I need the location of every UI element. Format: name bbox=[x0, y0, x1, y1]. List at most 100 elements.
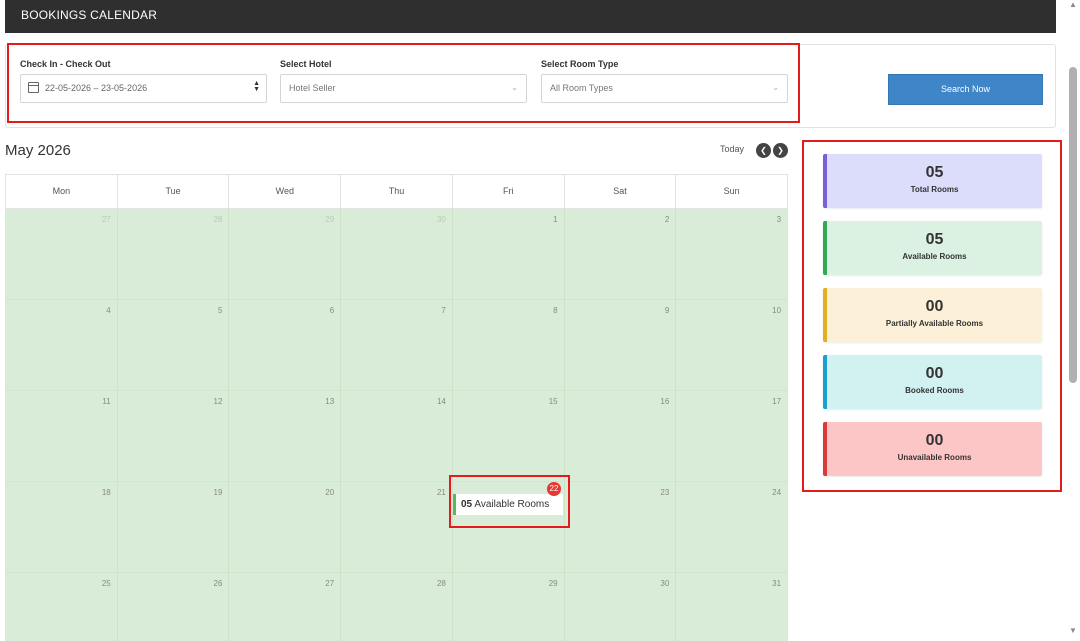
today-button[interactable]: Today bbox=[720, 144, 744, 154]
day-number: 24 bbox=[772, 488, 782, 497]
day-number: 17 bbox=[772, 397, 782, 406]
calendar-day[interactable]: 3 bbox=[676, 209, 788, 299]
calendar-day[interactable]: 2 bbox=[564, 209, 677, 299]
calendar-day[interactable]: 23 bbox=[564, 482, 677, 572]
calendar-day[interactable]: 24 bbox=[676, 482, 788, 572]
stat-label: Partially Available Rooms bbox=[885, 319, 984, 328]
day-number: 21 bbox=[436, 488, 446, 497]
day-number: 14 bbox=[436, 397, 446, 406]
date-range-value: 22-05-2026 – 23-05-2026 bbox=[45, 83, 148, 93]
day-number: 30 bbox=[436, 215, 446, 224]
day-number: 1 bbox=[553, 215, 558, 224]
day-number: 23 bbox=[660, 488, 670, 497]
calendar-day[interactable]: 20 bbox=[229, 482, 342, 572]
day-number: 9 bbox=[664, 306, 670, 315]
search-now-button[interactable]: Search Now bbox=[888, 74, 1043, 105]
weekday-label: Tue bbox=[118, 175, 230, 208]
calendar-day[interactable]: 28 bbox=[341, 573, 453, 641]
stat-value: 00 bbox=[925, 298, 944, 315]
chevron-down-icon: ⌄ bbox=[772, 83, 779, 92]
calendar-day[interactable]: 7 bbox=[341, 300, 453, 390]
bookings-calendar-page: BOOKINGS CALENDAR Check In - Check Out 2… bbox=[0, 0, 1080, 641]
calendar-day[interactable]: 13 bbox=[229, 391, 342, 481]
scroll-up-icon[interactable]: ▲ bbox=[1069, 0, 1077, 9]
unavailable-rooms-card: 00 Unavailable Rooms bbox=[823, 422, 1042, 476]
calendar-week: 4 5 6 7 8 9 10 bbox=[6, 300, 788, 391]
calendar-day[interactable]: 17 bbox=[676, 391, 788, 481]
day-number: 15 bbox=[548, 397, 558, 406]
day-number: 29 bbox=[325, 215, 335, 224]
day-number: 28 bbox=[436, 579, 446, 588]
checkin-checkout-label: Check In - Check Out bbox=[20, 59, 111, 69]
calendar-day[interactable]: 8 bbox=[452, 300, 565, 390]
weekday-label: Thu bbox=[341, 175, 453, 208]
checkin-checkout-field: Check In - Check Out 22-05-2026 – 23-05-… bbox=[20, 59, 267, 103]
day-number: 6 bbox=[329, 306, 335, 315]
calendar-day[interactable]: 18 bbox=[6, 482, 118, 572]
calendar-day[interactable]: 26 bbox=[117, 573, 230, 641]
calendar-day[interactable]: 29 bbox=[229, 209, 342, 299]
calendar-day[interactable]: 28 bbox=[117, 209, 230, 299]
calendar-day[interactable]: 11 bbox=[6, 391, 118, 481]
scroll-down-icon[interactable]: ▼ bbox=[1069, 626, 1077, 635]
room-type-label: Select Room Type bbox=[541, 59, 619, 69]
day-number: 4 bbox=[106, 306, 111, 315]
page-scrollbar[interactable]: ▲ ▼ bbox=[1066, 0, 1080, 641]
calendar-day[interactable]: 1 bbox=[452, 209, 565, 299]
total-rooms-card: 05 Total Rooms bbox=[823, 154, 1042, 208]
weekday-label: Sat bbox=[565, 175, 677, 208]
day-number: 16 bbox=[660, 397, 670, 406]
hotel-label: Select Hotel bbox=[280, 59, 332, 69]
weekday-header: Mon Tue Wed Thu Fri Sat Sun bbox=[6, 175, 787, 209]
weekday-label: Mon bbox=[6, 175, 118, 208]
calendar-day[interactable]: 27 bbox=[6, 209, 118, 299]
next-month-icon[interactable]: ❯ bbox=[773, 143, 788, 158]
calendar-day[interactable]: 4 bbox=[6, 300, 118, 390]
event-room-count: 05 bbox=[461, 499, 473, 510]
calendar-day[interactable]: 15 bbox=[452, 391, 565, 481]
month-title: May 2026 bbox=[5, 142, 71, 159]
availability-event[interactable]: 05 Available Rooms bbox=[453, 494, 563, 515]
weekday-label: Fri bbox=[453, 175, 565, 208]
calendar-icon bbox=[28, 82, 39, 93]
booked-rooms-card: 00 Booked Rooms bbox=[823, 355, 1042, 409]
day-number: 7 bbox=[441, 306, 446, 315]
date-range-input[interactable]: 22-05-2026 – 23-05-2026 ▲ ▼ bbox=[20, 74, 267, 103]
page-title: BOOKINGS CALENDAR bbox=[21, 8, 158, 22]
stat-label: Booked Rooms bbox=[905, 386, 964, 395]
calendar-week: 25 26 27 28 29 30 31 bbox=[6, 573, 788, 641]
spinner-arrows-icon[interactable]: ▲ ▼ bbox=[253, 80, 260, 93]
calendar-day[interactable]: 5 bbox=[117, 300, 230, 390]
calendar-day[interactable]: 16 bbox=[564, 391, 677, 481]
filter-panel: Check In - Check Out 22-05-2026 – 23-05-… bbox=[5, 44, 1056, 128]
calendar-day[interactable]: 31 bbox=[676, 573, 788, 641]
prev-month-icon[interactable]: ❮ bbox=[756, 143, 771, 158]
calendar-day[interactable]: 30 bbox=[341, 209, 453, 299]
calendar-day[interactable]: 10 bbox=[676, 300, 788, 390]
weekday-label: Sun bbox=[723, 186, 740, 196]
scrollbar-thumb[interactable] bbox=[1069, 67, 1077, 383]
day-number: 27 bbox=[325, 579, 335, 588]
hotel-select[interactable]: Hotel Seller ⌄ bbox=[280, 74, 527, 103]
calendar-day[interactable]: 21 bbox=[341, 482, 453, 572]
day-number: 26 bbox=[213, 579, 223, 588]
calendar-day[interactable]: 14 bbox=[341, 391, 453, 481]
calendar-day[interactable]: 6 bbox=[229, 300, 342, 390]
weekday-label: Wed bbox=[229, 175, 342, 208]
calendar-day[interactable]: 19 bbox=[117, 482, 230, 572]
calendar-day[interactable]: 9 bbox=[564, 300, 677, 390]
day-number: 20 bbox=[325, 488, 335, 497]
calendar-day[interactable]: 25 bbox=[6, 573, 118, 641]
day-number: 27 bbox=[101, 215, 111, 224]
day-number: 31 bbox=[772, 579, 782, 588]
calendar-day[interactable]: 30 bbox=[564, 573, 677, 641]
selected-day-badge: 22 bbox=[547, 482, 561, 496]
calendar-day[interactable]: 12 bbox=[117, 391, 230, 481]
calendar-grid: Mon Tue Wed Thu Fri Sat Sun 27 28 29 30 … bbox=[5, 174, 788, 641]
calendar-day[interactable]: 27 bbox=[229, 573, 342, 641]
stat-value: 05 bbox=[925, 231, 944, 248]
day-number: 19 bbox=[213, 488, 223, 497]
room-type-select[interactable]: All Room Types ⌄ bbox=[541, 74, 788, 103]
calendar-day[interactable]: 29 bbox=[452, 573, 565, 641]
header-bar: BOOKINGS CALENDAR bbox=[5, 0, 1056, 33]
